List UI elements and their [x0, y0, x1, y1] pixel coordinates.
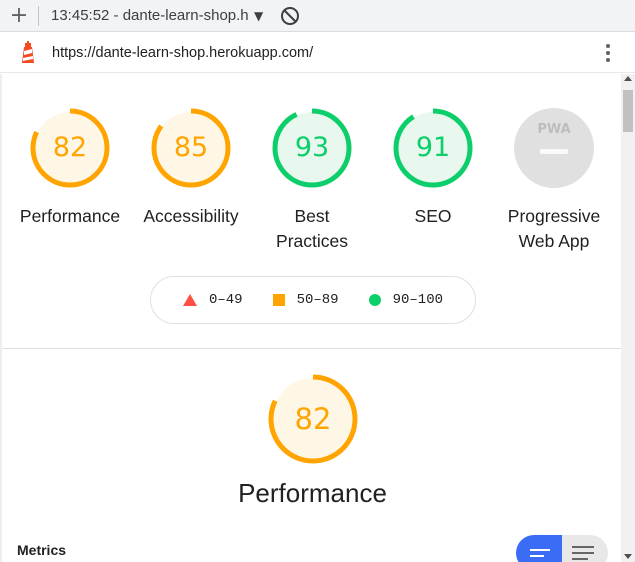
scroll-thumb[interactable] — [623, 90, 633, 132]
block-icon[interactable] — [281, 6, 300, 25]
gauge-label: Best Practices — [276, 206, 348, 251]
gauge-label: SEO — [414, 206, 452, 226]
legend-average: 50–89 — [272, 292, 339, 308]
legend-fail: 0–49 — [182, 292, 243, 308]
tab-title[interactable]: 13:45:52 - dante-learn-shop.herokuapp.co… — [51, 7, 248, 24]
gauge-score: 93 — [294, 132, 330, 163]
metrics-view-toggle[interactable] — [516, 535, 608, 562]
caret-down-icon[interactable]: ▼ — [254, 9, 263, 23]
gauge-seo[interactable]: 91 SEO — [373, 106, 493, 229]
category-gauges: 82 Performance 85 Accessibility 93 Best … — [2, 106, 623, 256]
circle-icon — [368, 294, 381, 306]
url-text[interactable]: https://dante-learn-shop.herokuapp.com/ — [52, 45, 593, 61]
gauge-performance[interactable]: 82 Performance — [10, 106, 130, 229]
gauge-score: 82 — [52, 132, 88, 163]
pwa-badge-text: PWA — [537, 122, 570, 137]
plus-icon[interactable]: + — [0, 0, 38, 32]
pwa-badge-icon: PWA — [514, 108, 594, 188]
performance-gauge: 82 — [266, 372, 360, 466]
report-content: 82 Performance 85 Accessibility 93 Best … — [0, 74, 623, 562]
gauge-best-practices[interactable]: 93 Best Practices — [252, 106, 372, 254]
scroll-down-icon[interactable] — [624, 554, 632, 559]
gauge-label: Performance — [19, 206, 121, 226]
score-legend: 0–49 50–89 90–100 — [150, 276, 476, 324]
url-bar: https://dante-learn-shop.herokuapp.com/ — [0, 33, 635, 73]
triangle-icon — [182, 294, 197, 306]
gauge-label: Accessibility — [143, 206, 239, 226]
tab-separator — [38, 5, 39, 26]
lighthouse-icon — [22, 40, 34, 63]
section-divider — [2, 348, 623, 349]
gauge-accessibility[interactable]: 85 Accessibility — [131, 106, 251, 229]
gauge-score: 91 — [415, 132, 451, 163]
gauge-label: Progressive Web App — [507, 206, 601, 251]
legend-pass: 90–100 — [368, 292, 443, 308]
square-icon — [272, 294, 285, 306]
metrics-heading: Metrics — [17, 542, 67, 558]
collapsed-view-icon[interactable] — [516, 535, 562, 562]
scroll-up-icon[interactable] — [624, 76, 632, 81]
performance-score: 82 — [294, 402, 332, 436]
tab-bar: + 13:45:52 - dante-learn-shop.herokuapp.… — [0, 0, 635, 32]
gauge-score: 85 — [173, 132, 209, 163]
kebab-menu-icon[interactable] — [593, 43, 623, 62]
vertical-scrollbar[interactable] — [621, 74, 635, 562]
expanded-view-icon[interactable] — [562, 535, 608, 562]
performance-title: Performance — [238, 478, 387, 508]
gauge-pwa[interactable]: PWA Progressive Web App — [494, 106, 614, 254]
